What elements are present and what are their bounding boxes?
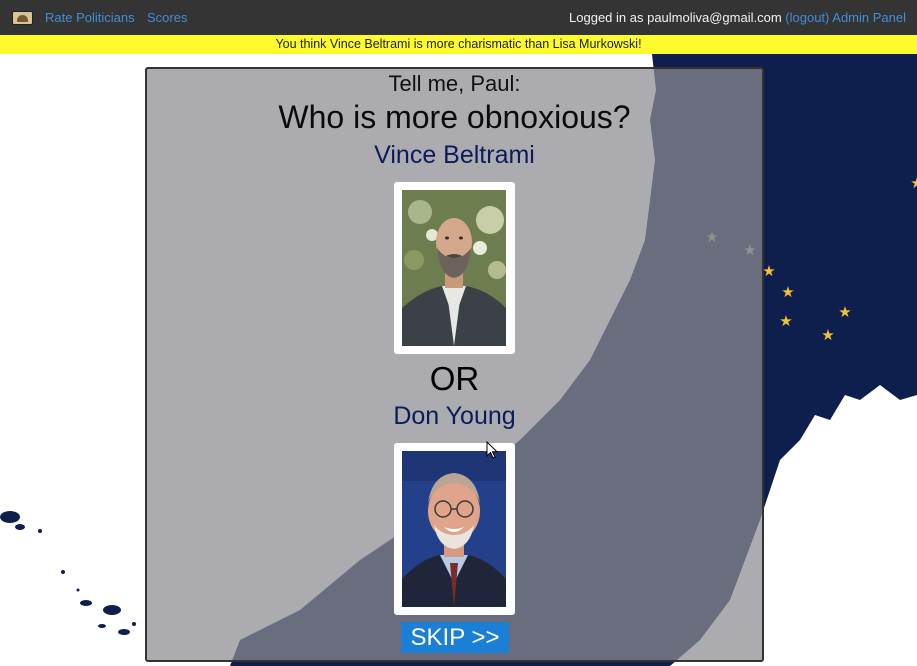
user-session-area: Logged in as paulmoliva@gmail.com (logou… [569, 10, 906, 25]
comparison-card: Tell me, Paul: Who is more obnoxious? Vi… [145, 67, 764, 662]
logout-link[interactable]: (logout) [785, 10, 829, 25]
alaska-logo-icon[interactable] [12, 11, 33, 25]
svg-text:★: ★ [910, 174, 917, 192]
candidate-a-portrait-image [402, 190, 506, 346]
greeting-text: Tell me, Paul: [388, 71, 521, 96]
nav-link-rate-politicians[interactable]: Rate Politicians [45, 10, 135, 25]
admin-panel-link[interactable]: Admin Panel [832, 10, 906, 25]
svg-text:★: ★ [781, 283, 794, 301]
svg-text:★: ★ [821, 326, 834, 344]
skip-button[interactable]: SKIP >> [401, 622, 509, 653]
svg-text:★: ★ [762, 262, 775, 280]
candidate-a-name: Vince Beltrami [374, 141, 535, 169]
mouse-pointer-icon [486, 441, 499, 459]
svg-text:★: ★ [779, 312, 792, 330]
question-heading: Who is more obnoxious? [278, 99, 631, 135]
feedback-banner: You think Vince Beltrami is more charism… [0, 35, 917, 54]
candidate-b-photo-button[interactable] [394, 443, 515, 615]
top-navbar: Rate Politicians Scores Logged in as pau… [0, 0, 917, 35]
nav-link-scores[interactable]: Scores [147, 10, 187, 25]
candidate-b-portrait-image [402, 451, 506, 607]
candidate-b-name: Don Young [393, 402, 516, 430]
candidate-a-photo-button[interactable] [394, 182, 515, 354]
or-divider-text: OR [429, 360, 480, 397]
feedback-banner-text: You think Vince Beltrami is more charism… [275, 37, 642, 51]
logged-in-label: Logged in as paulmoliva@gmail.com [569, 10, 782, 25]
svg-text:★: ★ [838, 303, 851, 321]
